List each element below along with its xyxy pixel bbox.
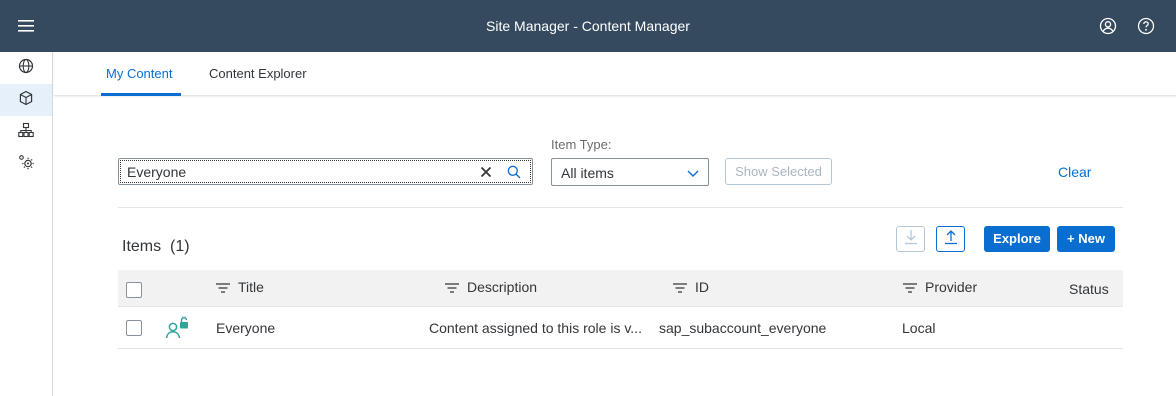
table-row[interactable]: Everyone Content assigned to this role i… xyxy=(118,308,1123,349)
clear-filters-link[interactable]: Clear xyxy=(1058,164,1091,180)
download-button[interactable] xyxy=(896,226,925,252)
cell-title: Everyone xyxy=(216,320,276,336)
items-title: Items xyxy=(122,238,162,255)
chevron-down-icon xyxy=(686,166,700,180)
search-icon[interactable] xyxy=(504,162,524,182)
sidebar-item-settings[interactable] xyxy=(0,148,52,180)
column-label: Description xyxy=(467,279,538,295)
column-header-id[interactable]: ID xyxy=(673,279,709,295)
cell-id: sap_subaccount_everyone xyxy=(659,320,827,336)
sidebar-item-sites[interactable] xyxy=(0,52,52,84)
column-label: Status xyxy=(1069,281,1109,297)
sort-icon xyxy=(445,281,459,293)
sort-icon xyxy=(216,281,230,293)
cell-provider: Local xyxy=(902,320,936,336)
role-icon xyxy=(165,315,191,344)
sort-icon xyxy=(673,281,687,293)
upload-button[interactable] xyxy=(936,226,965,252)
globe-icon xyxy=(18,58,34,79)
item-type-label: Item Type: xyxy=(551,137,612,152)
item-type-value: All items xyxy=(561,165,614,181)
help-icon[interactable] xyxy=(1135,15,1157,37)
user-profile-icon[interactable] xyxy=(1097,15,1119,37)
download-icon xyxy=(904,229,918,250)
tab-my-content[interactable]: My Content xyxy=(106,66,172,81)
cube-icon xyxy=(18,90,34,111)
search-input[interactable] xyxy=(127,164,467,180)
upload-icon xyxy=(944,229,958,250)
row-checkbox[interactable] xyxy=(126,320,142,336)
sort-icon xyxy=(903,281,917,293)
column-label: ID xyxy=(695,279,709,295)
org-chart-icon xyxy=(18,122,34,143)
item-type-select[interactable]: All items xyxy=(551,158,709,186)
shell-bar: Site Manager - Content Manager xyxy=(0,0,1176,52)
app-title: Site Manager - Content Manager xyxy=(486,18,690,34)
column-header-status[interactable]: Status xyxy=(1069,281,1109,297)
sidebar-item-content-manager[interactable] xyxy=(0,84,52,116)
select-all-checkbox[interactable] xyxy=(126,282,142,298)
menu-icon[interactable] xyxy=(0,0,52,52)
sidebar-item-provider-manager[interactable] xyxy=(0,116,52,148)
column-label: Title xyxy=(238,279,264,295)
column-header-title[interactable]: Title xyxy=(216,279,264,295)
search-field[interactable] xyxy=(118,158,533,185)
tab-content-explorer[interactable]: Content Explorer xyxy=(209,66,307,81)
column-label: Provider xyxy=(925,279,978,295)
cell-description: Content assigned to this role is v... xyxy=(429,320,642,336)
divider xyxy=(118,207,1123,208)
column-header-provider[interactable]: Provider xyxy=(903,279,977,295)
column-header-description[interactable]: Description xyxy=(445,279,537,295)
show-selected-button[interactable]: Show Selected xyxy=(725,158,832,185)
items-header: Items (1) xyxy=(122,238,190,256)
table-header: Title Description ID Provider Status xyxy=(118,270,1123,307)
clear-search-icon[interactable] xyxy=(476,162,496,182)
items-count: (1) xyxy=(170,238,190,255)
active-tab-indicator xyxy=(101,93,181,96)
settings-icon xyxy=(18,154,34,175)
explore-button[interactable]: Explore xyxy=(984,226,1050,252)
side-navigation xyxy=(0,52,53,396)
new-button[interactable]: + New xyxy=(1057,226,1115,252)
